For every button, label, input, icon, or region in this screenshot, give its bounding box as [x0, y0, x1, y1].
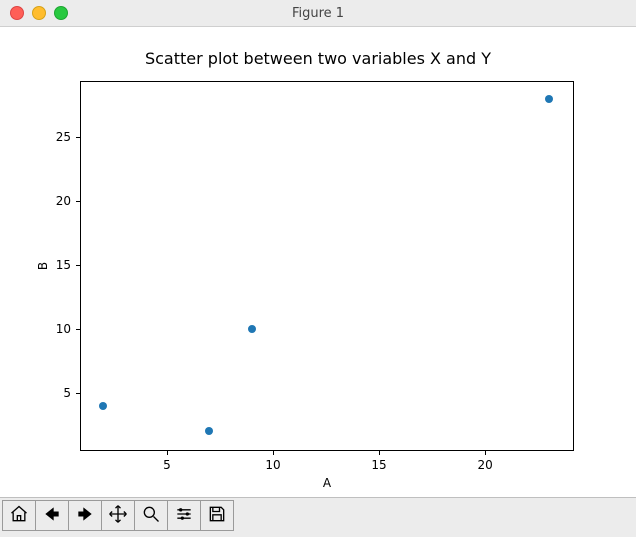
save-button[interactable]	[200, 500, 234, 531]
x-axis-label: A	[323, 476, 331, 490]
y-tick-label: 5	[63, 386, 71, 400]
subplots-button[interactable]	[167, 500, 201, 531]
y-tick-label: 15	[56, 258, 71, 272]
chart-axes: A B 5101520510152025	[80, 81, 574, 451]
figure-window: Figure 1 Scatter plot between two variab…	[0, 0, 636, 537]
minimize-window-button[interactable]	[32, 6, 46, 20]
y-tick	[76, 265, 81, 266]
back-button[interactable]	[35, 500, 69, 531]
forward-button[interactable]	[68, 500, 102, 531]
y-tick	[76, 201, 81, 202]
y-tick	[76, 393, 81, 394]
y-tick-label: 25	[56, 130, 71, 144]
window-title: Figure 1	[0, 6, 636, 21]
y-tick	[76, 329, 81, 330]
save-icon	[207, 504, 227, 528]
x-tick-label: 15	[371, 458, 386, 472]
maximize-window-button[interactable]	[54, 6, 68, 20]
y-tick-label: 10	[56, 322, 71, 336]
data-point	[248, 325, 256, 333]
titlebar: Figure 1	[0, 0, 636, 27]
chart-title: Scatter plot between two variables X and…	[0, 49, 636, 68]
data-point	[205, 427, 213, 435]
y-axis-label: B	[36, 262, 50, 270]
y-tick	[76, 137, 81, 138]
close-window-button[interactable]	[10, 6, 24, 20]
home-button[interactable]	[2, 500, 36, 531]
y-tick-label: 20	[56, 194, 71, 208]
x-tick	[379, 450, 380, 455]
magnifier-icon	[141, 504, 161, 528]
zoom-button[interactable]	[134, 500, 168, 531]
x-tick-label: 20	[477, 458, 492, 472]
pan-button[interactable]	[101, 500, 135, 531]
arrow-left-icon	[42, 504, 62, 528]
move-icon	[108, 504, 128, 528]
data-point	[99, 402, 107, 410]
data-point	[545, 95, 553, 103]
sliders-icon	[174, 504, 194, 528]
x-tick-label: 5	[163, 458, 171, 472]
arrow-right-icon	[75, 504, 95, 528]
window-controls	[10, 6, 68, 20]
x-tick-label: 10	[265, 458, 280, 472]
figure-canvas: Scatter plot between two variables X and…	[0, 27, 636, 497]
home-icon	[9, 504, 29, 528]
x-tick	[167, 450, 168, 455]
navigation-toolbar	[0, 497, 636, 537]
x-tick	[485, 450, 486, 455]
x-tick	[273, 450, 274, 455]
